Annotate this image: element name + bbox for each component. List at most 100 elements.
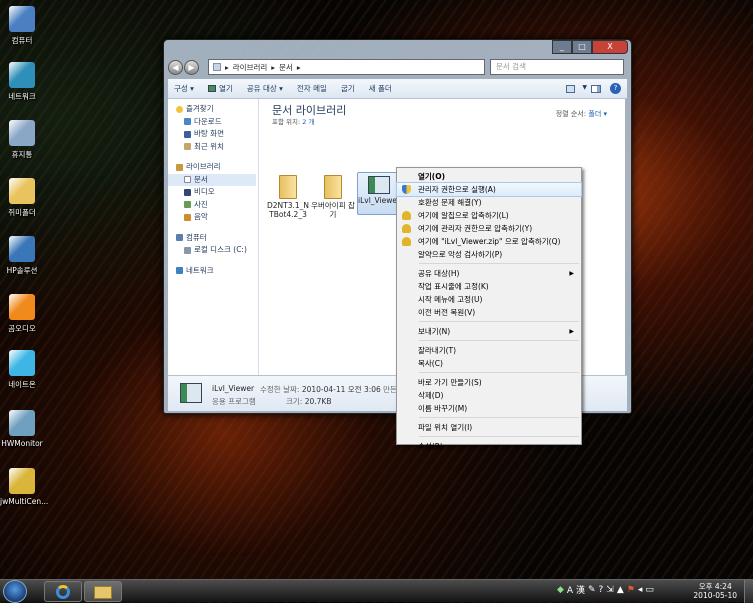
context-menu-item[interactable]: 속성(R) [397, 440, 581, 453]
back-arrow-icon[interactable]: ◀ [168, 59, 183, 75]
context-menu-item[interactable]: 작업 표시줄에 고정(K) [397, 280, 581, 293]
nav-libraries-header[interactable]: 라이브러리 [168, 161, 258, 174]
context-menu-item[interactable]: 호환성 문제 해결(Y) [397, 196, 581, 209]
context-menu-item[interactable]: 여기에 관리자 권한으로 압축하기(Y) [397, 222, 581, 235]
settings-icon[interactable]: ✎ [588, 585, 596, 595]
context-menu-item[interactable]: 관리자 권한으로 실행(A) [396, 182, 582, 197]
context-menu-item[interactable]: 삭제(D) [397, 389, 581, 402]
desktop-icon [184, 130, 191, 138]
nav-computer-header[interactable]: 컴퓨터 [168, 232, 258, 245]
file-item-folder[interactable]: D2NT3.1_NTBot4.2_3 [266, 175, 310, 219]
breadcrumb-item[interactable]: 문서 [279, 62, 293, 73]
menu-item-label: 여기에 관리자 권한으로 압축하기(Y) [418, 224, 533, 233]
documents-icon [184, 176, 191, 184]
new-folder-button[interactable]: 새 폴더 [369, 83, 392, 94]
size-label: 크기: [286, 397, 303, 406]
app-icon [368, 176, 390, 194]
chevron-down-icon[interactable]: ▼ [582, 84, 587, 91]
context-menu-item[interactable]: 잘라내기(T) [397, 344, 581, 357]
modified-value: 2010-04-11 오전 3:06 [301, 385, 381, 394]
minimize-button[interactable]: _ [552, 40, 572, 54]
expand-tray-icon[interactable]: ▲ [617, 585, 624, 595]
pictures-icon [184, 201, 191, 209]
desktop-icon-item[interactable]: 네이트온 [0, 350, 44, 390]
share-button[interactable]: 공유 대상 ▾ [247, 83, 283, 94]
close-button[interactable]: X [592, 40, 628, 54]
desktop-icon-item[interactable]: jwMultiCen... [0, 468, 49, 506]
menu-item-label: 삭제(D) [418, 391, 444, 400]
nav-item-videos[interactable]: 비디오 [168, 186, 258, 199]
command-bar: 구성 ▾ 열기 공유 대상 ▾ 전자 메일 굽기 새 폴더 ▼ ? [168, 79, 627, 99]
network-icon[interactable]: ◆ [557, 585, 564, 595]
open-button[interactable]: 열기 [207, 83, 233, 94]
help-icon[interactable]: ? [610, 83, 621, 94]
email-button[interactable]: 전자 메일 [297, 83, 327, 94]
nav-item-music[interactable]: 음악 [168, 211, 258, 224]
taskbar-internet-explorer[interactable] [44, 581, 82, 602]
include-count-link[interactable]: 2 개 [302, 118, 314, 126]
desktop-icon-item[interactable]: 휴지통 [0, 120, 44, 160]
context-menu-item[interactable]: 파일 위치 열기(I) [397, 421, 581, 434]
file-item-folder[interactable]: 우버아이피 잡기 [311, 175, 355, 219]
context-menu-item[interactable]: 보내기(N) ▶ [397, 325, 581, 338]
organize-button[interactable]: 구성 ▾ [174, 83, 194, 94]
size-value: 20.7KB [304, 397, 332, 406]
menu-item-label: 보내기(N) [418, 327, 451, 336]
taskbar-explorer[interactable] [84, 581, 122, 602]
desktop-icon-item[interactable]: 곰오디오 [0, 294, 44, 334]
context-menu-item[interactable]: 시작 메뉴에 고정(U) [397, 293, 581, 306]
nav-label: 최근 위치 [194, 141, 224, 151]
burn-button[interactable]: 굽기 [341, 83, 355, 94]
context-menu-item[interactable]: 바로 가기 만들기(S) [397, 376, 581, 389]
clock[interactable]: 오후 4:24 2010-05-10 [693, 582, 737, 600]
context-menu-item[interactable]: 복사(C) [397, 357, 581, 370]
desktop-icon-item[interactable]: 쥐미폴더 [0, 178, 44, 218]
nav-network[interactable]: 네트워크 [168, 265, 258, 278]
nav-item-documents[interactable]: 문서 [168, 173, 256, 186]
volume-icon[interactable]: ◂ [638, 585, 643, 595]
context-menu-item[interactable]: 여기에 "iLvl_Viewer.zip" 으로 압축하기(Q) [397, 235, 581, 248]
details-size: 크기: 20.7KB [286, 396, 331, 407]
desktop-icon-item[interactable]: HP솔루션 [0, 236, 44, 276]
search-input[interactable]: 문서 검색 [490, 59, 624, 75]
context-menu-item[interactable]: 이름 바꾸기(M) [397, 402, 581, 415]
address-bar[interactable]: ▸ 라이브러리 ▸ 문서 ▸ [208, 59, 485, 75]
nav-item-desktop[interactable]: 바탕 화면 [168, 128, 258, 141]
breadcrumb-item[interactable]: 라이브러리 [233, 62, 268, 73]
nav-item-pictures[interactable]: 사진 [168, 199, 258, 212]
menu-item-label: 이전 버전 복원(V) [418, 308, 476, 317]
menu-item-label: 호환성 문제 해결(Y) [418, 198, 482, 207]
arrow-icon[interactable]: ⇲ [606, 585, 614, 595]
nav-item-recent[interactable]: 최근 위치 [168, 141, 258, 154]
include-locations: 포함 위치: 2 개 [272, 116, 314, 126]
context-menu-item[interactable]: 알약으로 악성 검사하기(P) [397, 248, 581, 261]
file-item-app-selected[interactable]: iLvl_Viewer [357, 172, 401, 215]
monitor-icon[interactable]: ▭ [645, 585, 654, 595]
view-options-icon[interactable] [566, 85, 575, 93]
desktop-icon-label: jwMultiCen... [0, 497, 49, 506]
context-menu-item[interactable]: 공유 대상(H) ▶ [397, 267, 581, 280]
shortcut-icon [9, 6, 35, 32]
sort-dropdown[interactable]: 폴더 ▾ [588, 110, 607, 118]
desktop-icon-item[interactable]: HWMonitor [0, 410, 44, 448]
language-indicator[interactable]: A 漢 [567, 583, 585, 596]
preview-pane-icon[interactable] [591, 85, 601, 93]
context-menu-item[interactable]: 여기에 알집으로 압축하기(L) [397, 209, 581, 222]
maximize-button[interactable]: □ [572, 40, 592, 54]
context-menu-item[interactable]: 열기(O) [397, 170, 581, 183]
forward-arrow-icon[interactable]: ▶ [184, 59, 199, 75]
nav-favorites-header[interactable]: 즐겨찾기 [168, 103, 258, 116]
nav-label: 다운로드 [194, 116, 222, 126]
desktop-icon-item[interactable]: 네트워크 [0, 62, 44, 102]
help-icon[interactable]: ? [599, 585, 604, 595]
shield-icon [402, 185, 411, 194]
show-desktop-button[interactable] [744, 580, 753, 603]
desktop-icon-item[interactable]: 컴퓨터 [0, 6, 44, 46]
nav-item-local-disk[interactable]: 로컬 디스크 (C:) [168, 244, 258, 257]
start-button[interactable] [3, 580, 27, 603]
nav-item-downloads[interactable]: 다운로드 [168, 116, 258, 129]
menu-separator [419, 263, 579, 264]
context-menu-item[interactable]: 이전 버전 복원(V) [397, 306, 581, 319]
open-button-label: 열기 [218, 84, 233, 93]
flag-icon[interactable]: ⚑ [627, 585, 635, 595]
